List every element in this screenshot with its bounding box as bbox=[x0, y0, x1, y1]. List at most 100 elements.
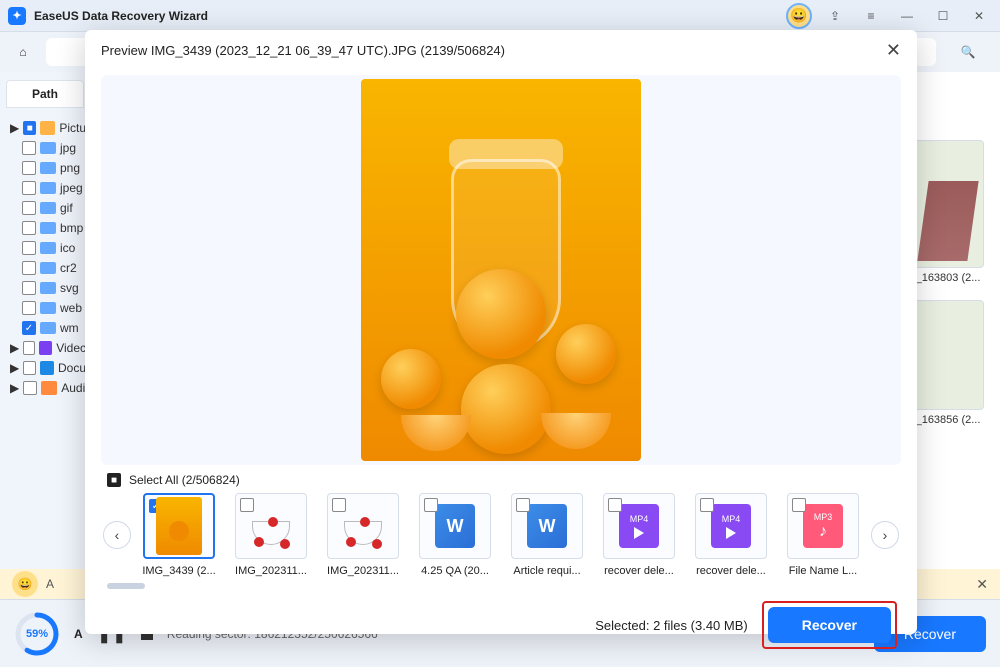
select-all-checkbox[interactable]: ■ bbox=[107, 473, 121, 487]
notification-close-icon[interactable]: ✕ bbox=[976, 576, 988, 593]
scan-progress-ring: 59% bbox=[14, 611, 60, 657]
tree-audio[interactable]: ▶Audi bbox=[0, 378, 90, 398]
strip-prev-button[interactable]: ‹ bbox=[103, 521, 131, 549]
thumbnail-label: recover dele... bbox=[599, 565, 679, 577]
thumbnail-label: Article requi... bbox=[507, 565, 587, 577]
tree-item-png[interactable]: png bbox=[0, 158, 90, 178]
checkbox[interactable] bbox=[22, 241, 36, 255]
thumbnail-frame[interactable] bbox=[235, 493, 307, 559]
tree-item-wm[interactable]: ✓ wm bbox=[0, 318, 90, 338]
modal-close-button[interactable]: ✕ bbox=[886, 40, 901, 61]
share-icon[interactable]: ⇪ bbox=[822, 3, 848, 29]
search-icon[interactable]: 🔍 bbox=[948, 38, 988, 66]
tree-item-jpg[interactable]: jpg bbox=[0, 138, 90, 158]
thumbnail-label: File Name L... bbox=[783, 565, 863, 577]
tree-item-label: jpeg bbox=[60, 181, 83, 195]
checkbox[interactable] bbox=[22, 141, 36, 155]
checkbox[interactable] bbox=[23, 381, 37, 395]
tree-root-pictures[interactable]: ▶■Pictu bbox=[0, 118, 90, 138]
preview-image bbox=[361, 79, 641, 461]
maximize-button[interactable]: ☐ bbox=[930, 3, 956, 29]
strip-next-button[interactable]: › bbox=[871, 521, 899, 549]
tree-item-jpeg[interactable]: jpeg bbox=[0, 178, 90, 198]
thumbnail-item[interactable]: IMG_202311... bbox=[231, 493, 311, 577]
tree-item-bmp[interactable]: bmp bbox=[0, 218, 90, 238]
modal-header: Preview IMG_3439 (2023_12_21 06_39_47 UT… bbox=[85, 30, 917, 71]
thumbnail-label: IMG_202311... bbox=[231, 565, 311, 577]
bg-thumb-caption: _163856 (2... bbox=[912, 414, 984, 426]
thumbnail-item[interactable]: MP4 recover dele... bbox=[691, 493, 771, 577]
checkbox[interactable]: ✓ bbox=[22, 321, 36, 335]
home-icon[interactable]: ⌂ bbox=[12, 41, 34, 63]
folder-icon bbox=[40, 182, 56, 194]
tree-item-svg[interactable]: svg bbox=[0, 278, 90, 298]
thumbnail-checkbox[interactable] bbox=[700, 498, 714, 512]
checkbox[interactable] bbox=[22, 201, 36, 215]
progress-percent: 59% bbox=[14, 611, 60, 657]
checkbox[interactable] bbox=[22, 221, 36, 235]
preview-image-area bbox=[101, 75, 901, 465]
folder-icon bbox=[40, 322, 56, 334]
notification-avatar-icon: 😀 bbox=[12, 571, 38, 597]
tree-item-label: ico bbox=[60, 241, 75, 255]
folder-icon bbox=[40, 302, 56, 314]
menu-icon[interactable]: ≡ bbox=[858, 3, 884, 29]
checkbox[interactable]: ■ bbox=[23, 121, 36, 135]
tree-item-gif[interactable]: gif bbox=[0, 198, 90, 218]
thumbnail-label: IMG_202311... bbox=[323, 565, 403, 577]
checkbox[interactable] bbox=[22, 161, 36, 175]
thumbnail-checkbox[interactable] bbox=[516, 498, 530, 512]
picture-icon bbox=[40, 121, 55, 135]
account-avatar-icon[interactable]: 😀 bbox=[786, 3, 812, 29]
folder-icon bbox=[40, 162, 56, 174]
thumbnail-item[interactable]: W Article requi... bbox=[507, 493, 587, 577]
document-icon bbox=[40, 361, 54, 375]
bg-thumb[interactable] bbox=[912, 140, 984, 268]
thumbnail-item[interactable]: ✓ IMG_3439 (2... bbox=[139, 493, 219, 577]
tree-item-label: cr2 bbox=[60, 261, 77, 275]
tree-item-ico[interactable]: ico bbox=[0, 238, 90, 258]
checkbox[interactable] bbox=[22, 181, 36, 195]
thumbnail-label: 4.25 QA (20... bbox=[415, 565, 495, 577]
checkbox[interactable] bbox=[22, 301, 36, 315]
preview-modal: Preview IMG_3439 (2023_12_21 06_39_47 UT… bbox=[85, 30, 917, 634]
tree-item-label: wm bbox=[60, 321, 79, 335]
thumbnail-frame[interactable]: W bbox=[419, 493, 491, 559]
thumbnail-checkbox[interactable] bbox=[424, 498, 438, 512]
thumbnail-item[interactable]: W 4.25 QA (20... bbox=[415, 493, 495, 577]
tree-videos[interactable]: ▶Videc bbox=[0, 338, 90, 358]
tree-item-label: bmp bbox=[60, 221, 83, 235]
status-a-label: A bbox=[74, 627, 83, 641]
bg-thumb-caption: _163803 (2... bbox=[912, 272, 984, 284]
thumbnail-item[interactable]: MP4 recover dele... bbox=[599, 493, 679, 577]
thumbnail-item[interactable]: IMG_202311... bbox=[323, 493, 403, 577]
checkbox[interactable] bbox=[22, 281, 36, 295]
thumbnail-checkbox[interactable] bbox=[608, 498, 622, 512]
close-window-button[interactable]: ✕ bbox=[966, 3, 992, 29]
tree-documents[interactable]: ▶Docu bbox=[0, 358, 90, 378]
thumbnail-label: recover dele... bbox=[691, 565, 771, 577]
thumbnail-frame[interactable]: W bbox=[511, 493, 583, 559]
thumbnail-checkbox[interactable] bbox=[792, 498, 806, 512]
folder-icon bbox=[40, 262, 56, 274]
folder-icon bbox=[40, 202, 56, 214]
thumbnail-frame[interactable]: MP4 bbox=[695, 493, 767, 559]
folder-icon bbox=[40, 282, 56, 294]
recover-button[interactable]: Recover bbox=[768, 607, 891, 643]
tree-item-web[interactable]: web bbox=[0, 298, 90, 318]
bg-thumb[interactable] bbox=[912, 300, 984, 410]
tree-item-cr2[interactable]: cr2 bbox=[0, 258, 90, 278]
thumbnail-item[interactable]: MP3♪ File Name L... bbox=[783, 493, 863, 577]
checkbox[interactable] bbox=[23, 361, 36, 375]
minimize-button[interactable]: — bbox=[894, 3, 920, 29]
tree-item-label: gif bbox=[60, 201, 73, 215]
checkbox[interactable] bbox=[23, 341, 35, 355]
path-tab[interactable]: Path bbox=[6, 80, 84, 108]
thumbnail-frame[interactable]: MP4 bbox=[603, 493, 675, 559]
thumbnail-frame[interactable]: ✓ bbox=[143, 493, 215, 559]
notification-label: A bbox=[46, 577, 54, 591]
checkbox[interactable] bbox=[22, 261, 36, 275]
background-thumbnails: _163803 (2... _163856 (2... bbox=[912, 140, 984, 442]
thumbnail-frame[interactable] bbox=[327, 493, 399, 559]
thumbnail-frame[interactable]: MP3♪ bbox=[787, 493, 859, 559]
